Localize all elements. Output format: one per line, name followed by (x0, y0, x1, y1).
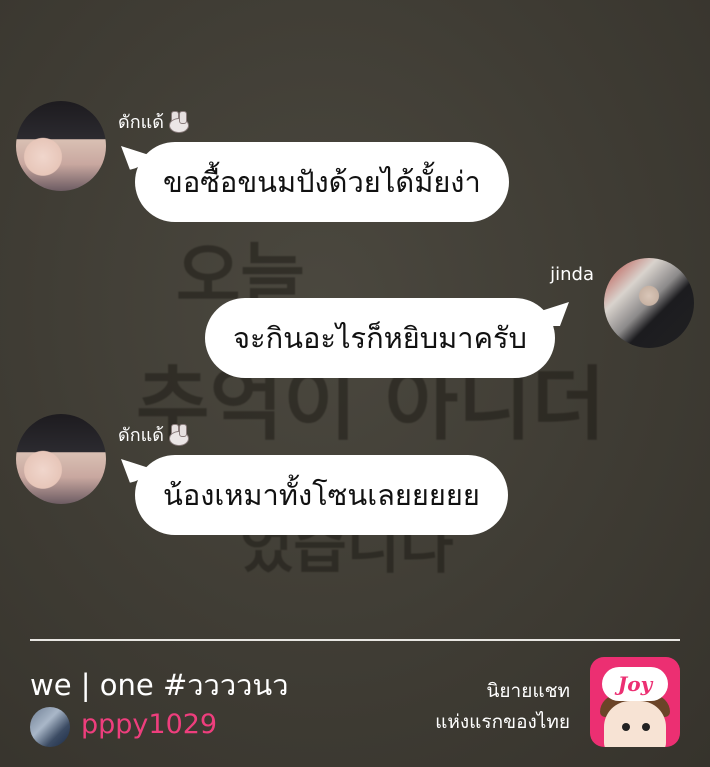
avatar-photo (604, 258, 694, 348)
story-title[interactable]: we | one #ววววนว (30, 662, 289, 708)
sender-name-text: ดักแด้ (118, 112, 164, 133)
logo-text: Joy (602, 667, 668, 701)
message-bubble[interactable]: น้องเหมาทั้งโซนเลยยยยย (135, 455, 508, 535)
avatar-photo (16, 101, 106, 191)
app-tagline: นิยายแชท แห่งแรกของไทย (310, 676, 570, 738)
rabbit-face-icon (167, 424, 189, 446)
sender-name: jinda (550, 264, 594, 285)
chat-screen: 오늘 추억이 아니더 었습니다 ดักแด้ ขอซื้อขนมปังด้วยไ… (0, 0, 710, 767)
sender-name-text: ดักแด้ (118, 425, 164, 446)
message-bubble[interactable]: จะกินอะไรก็หยิบมาครับ (205, 298, 555, 378)
avatar-photo (16, 414, 106, 504)
logo-character-eye (622, 723, 630, 731)
sender-name: ดักแด้ (118, 420, 189, 449)
tagline-line: แห่งแรกของไทย (435, 711, 570, 733)
author-avatar[interactable] (30, 707, 70, 747)
logo-character-face (604, 701, 666, 747)
rabbit-face-icon (167, 111, 189, 133)
avatar[interactable] (604, 258, 694, 348)
avatar[interactable] (16, 414, 106, 504)
message-bubble[interactable]: ขอซื้อขนมปังด้วยได้มั้ยง่า (135, 142, 509, 222)
sender-name: ดักแด้ (118, 107, 189, 136)
author-name[interactable]: pppy1029 (81, 709, 217, 740)
tagline-line: นิยายแชท (486, 680, 570, 702)
logo-character-eye (642, 723, 650, 731)
avatar[interactable] (16, 101, 106, 191)
footer-divider (30, 639, 680, 641)
joy-app-logo[interactable]: Joy (590, 657, 680, 747)
